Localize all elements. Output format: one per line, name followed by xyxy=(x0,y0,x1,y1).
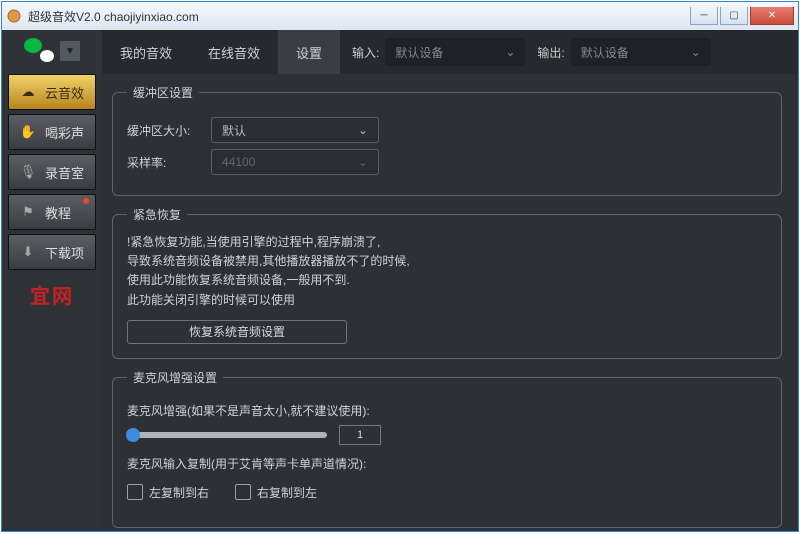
chevron-down-icon: ⌄ xyxy=(691,45,701,59)
input-label: 输入: xyxy=(352,44,379,61)
settings-content: 缓冲区设置 缓冲区大小: 默认 ⌄ 采样率: 44100 ⌄ xyxy=(102,74,798,531)
app-icon xyxy=(6,8,22,24)
sample-rate-label: 采样率: xyxy=(127,154,199,171)
cloud-icon: ☁ xyxy=(19,83,37,101)
copy-lr-checkbox[interactable]: 左复制到右 xyxy=(127,484,209,501)
mic-icon: 🎙 xyxy=(19,163,37,181)
buffer-legend: 缓冲区设置 xyxy=(127,84,199,101)
sidebar-item-cloud[interactable]: ☁ 云音效 xyxy=(8,74,96,110)
minimize-button[interactable]: ─ xyxy=(690,7,718,25)
tab-my-effects[interactable]: 我的音效 xyxy=(102,30,190,74)
watermark: 宜网 xyxy=(30,280,74,309)
sidebar-item-record[interactable]: 🎙 录音室 xyxy=(8,154,96,190)
sidebar-item-label: 录音室 xyxy=(45,163,84,182)
wechat-icon[interactable] xyxy=(24,36,54,66)
notification-dot xyxy=(83,198,89,204)
sidebar-item-label: 下载项 xyxy=(45,243,84,262)
chevron-down-icon: ⌄ xyxy=(505,45,515,59)
recover-button[interactable]: 恢复系统音频设置 xyxy=(127,320,347,344)
copy-rl-checkbox[interactable]: 右复制到左 xyxy=(235,484,317,501)
buffer-group: 缓冲区设置 缓冲区大小: 默认 ⌄ 采样率: 44100 ⌄ xyxy=(112,84,782,196)
sidebar-item-label: 教程 xyxy=(45,203,71,222)
sidebar-item-label: 喝彩声 xyxy=(45,123,84,142)
flag-icon: ⚑ xyxy=(19,203,37,221)
mic-gain-slider[interactable] xyxy=(127,432,327,438)
mic-group: 麦克风增强设置 麦克风增强(如果不是声音太小,就不建议使用): 1 麦克风输入复… xyxy=(112,369,782,528)
sidebar: ▼ ☁ 云音效 ✋ 喝彩声 🎙 录音室 ⚑ 教程 ⬇ 下载项 xyxy=(2,30,102,531)
sidebar-item-download[interactable]: ⬇ 下载项 xyxy=(8,234,96,270)
maximize-button[interactable]: ▢ xyxy=(720,7,748,25)
mic-legend: 麦克风增强设置 xyxy=(127,369,223,386)
sidebar-item-label: 云音效 xyxy=(45,83,84,102)
download-icon: ⬇ xyxy=(19,243,37,261)
hands-icon: ✋ xyxy=(19,123,37,141)
buffer-size-select[interactable]: 默认 ⌄ xyxy=(211,117,379,143)
close-button[interactable]: ✕ xyxy=(750,7,794,25)
chevron-down-icon: ⌄ xyxy=(358,123,368,137)
tab-bar: 我的音效 在线音效 设置 输入: 默认设备 ⌄ 输出: 默认设备 ⌄ xyxy=(102,30,798,74)
wechat-dropdown[interactable]: ▼ xyxy=(60,41,80,61)
sample-rate-select[interactable]: 44100 ⌄ xyxy=(211,149,379,175)
window-title: 超级音效V2.0 chaojiyinxiao.com xyxy=(28,8,690,25)
titlebar: 超级音效V2.0 chaojiyinxiao.com ─ ▢ ✕ xyxy=(2,2,798,30)
sidebar-item-cheer[interactable]: ✋ 喝彩声 xyxy=(8,114,96,150)
mic-gain-value: 1 xyxy=(339,425,381,445)
recover-legend: 紧急恢复 xyxy=(127,206,187,223)
recover-group: 紧急恢复 !紧急恢复功能,当使用引擎的过程中,程序崩溃了, 导致系统音频设备被禁… xyxy=(112,206,782,359)
chevron-down-icon: ⌄ xyxy=(358,155,368,169)
mic-gain-label: 麦克风增强(如果不是声音太小,就不建议使用): xyxy=(127,402,370,419)
tab-online-effects[interactable]: 在线音效 xyxy=(190,30,278,74)
input-device-select[interactable]: 默认设备 ⌄ xyxy=(385,38,525,66)
sidebar-item-tutorial[interactable]: ⚑ 教程 xyxy=(8,194,96,230)
output-label: 输出: xyxy=(537,44,564,61)
output-device-select[interactable]: 默认设备 ⌄ xyxy=(571,38,711,66)
mic-copy-label: 麦克风输入复制(用于艾肯等声卡单声道情况): xyxy=(127,455,366,472)
tab-settings[interactable]: 设置 xyxy=(278,30,340,74)
buffer-size-label: 缓冲区大小: xyxy=(127,122,199,139)
